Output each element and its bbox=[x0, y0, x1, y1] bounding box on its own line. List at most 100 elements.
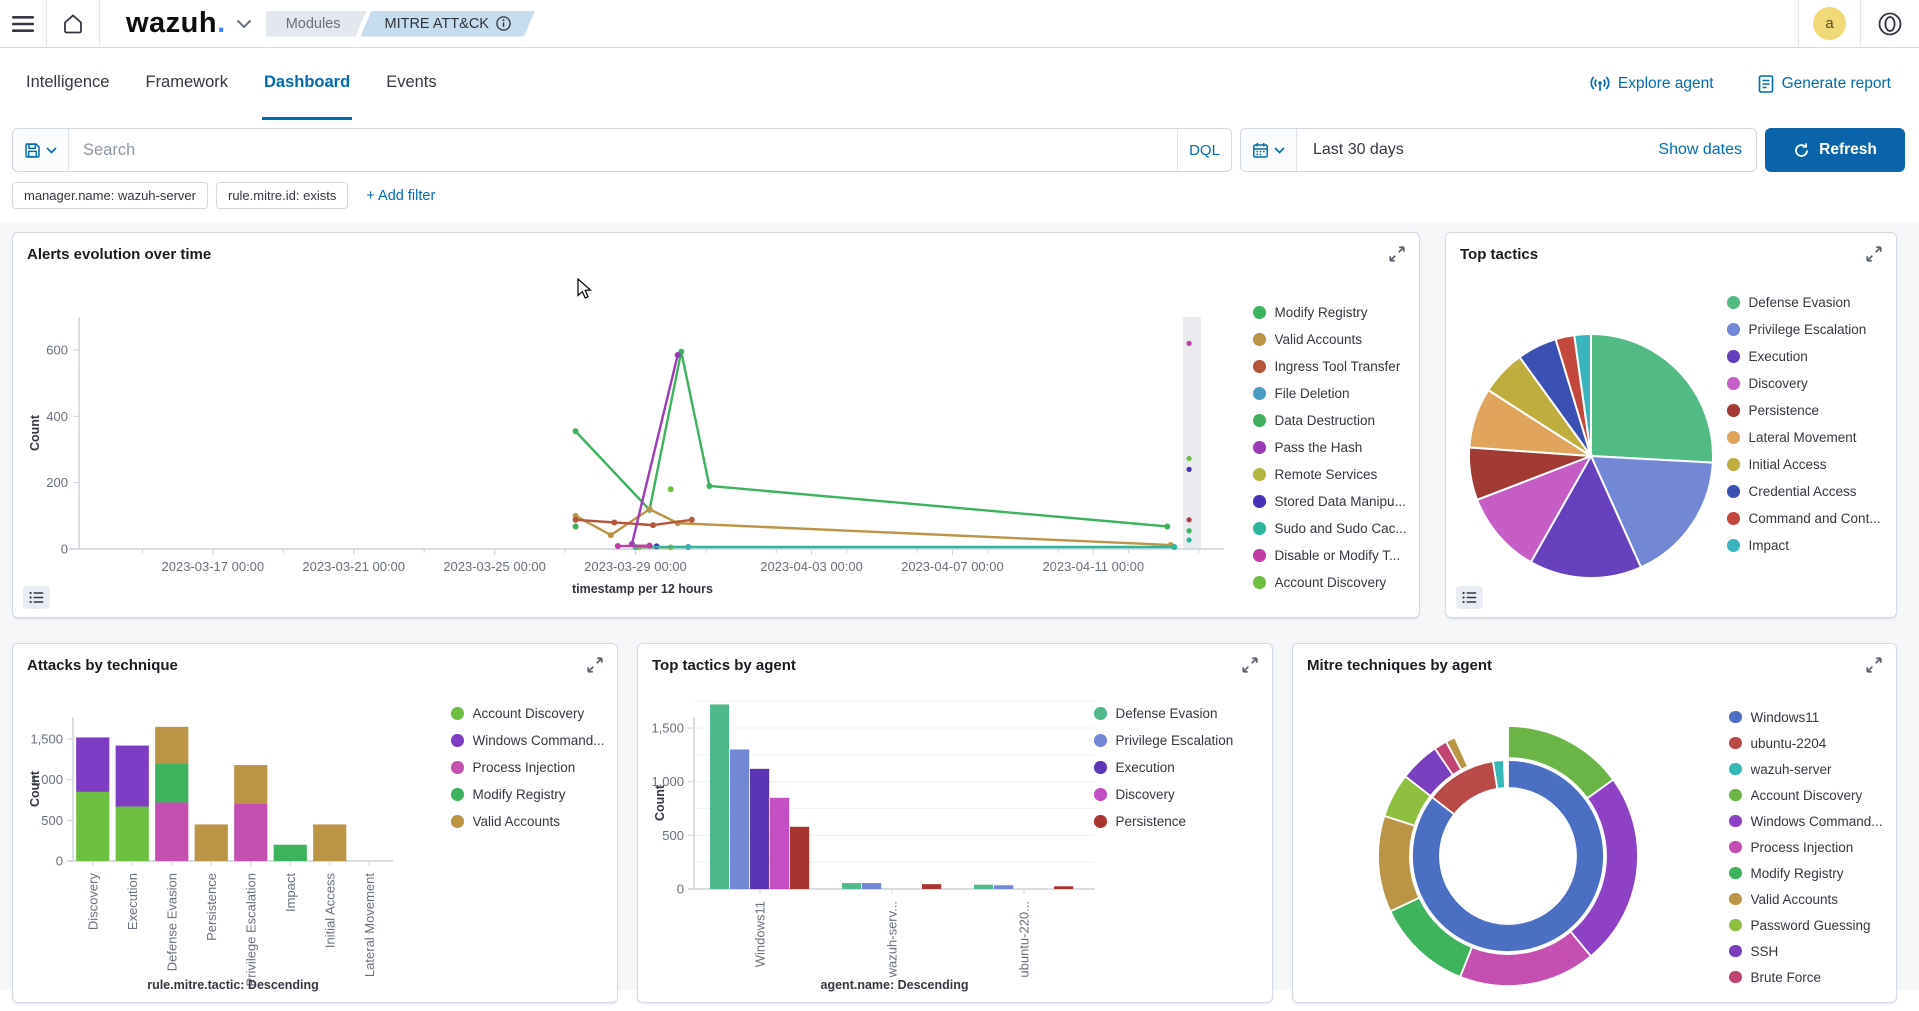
legend-item[interactable]: Privilege Escalation bbox=[1727, 316, 1887, 343]
legend-label: Valid Accounts bbox=[1751, 892, 1839, 907]
legend-item[interactable]: Remote Services bbox=[1253, 461, 1415, 488]
breadcrumb-modules[interactable]: Modules bbox=[266, 11, 367, 37]
search-input[interactable] bbox=[69, 141, 1177, 160]
top-tactics-chart[interactable] bbox=[1466, 331, 1716, 586]
legend-item[interactable]: Initial Access bbox=[1727, 451, 1887, 478]
legend-item[interactable]: Discovery bbox=[1727, 370, 1887, 397]
legend-item[interactable]: Pass the Hash bbox=[1253, 434, 1415, 461]
add-filter-button[interactable]: + Add filter bbox=[366, 188, 435, 204]
legend-color-dot bbox=[1727, 350, 1740, 363]
expand-icon[interactable] bbox=[1388, 245, 1406, 263]
legend-label: Execution bbox=[1116, 760, 1175, 775]
legend-item[interactable]: Persistence bbox=[1727, 397, 1887, 424]
show-dates-button[interactable]: Show dates bbox=[1658, 141, 1756, 159]
legend-label: Process Injection bbox=[473, 760, 576, 775]
legend-item[interactable]: File Deletion bbox=[1253, 380, 1415, 407]
legend-item[interactable]: Valid Accounts bbox=[451, 808, 611, 835]
svg-text:Discovery: Discovery bbox=[85, 873, 100, 931]
attacks-by-technique-chart[interactable]: 05001,0001,500DiscoveryExecutionDefense … bbox=[25, 699, 455, 1004]
tab-framework[interactable]: Framework bbox=[143, 48, 230, 120]
svg-text:2023-04-03 00:00: 2023-04-03 00:00 bbox=[760, 559, 863, 574]
legend-item[interactable]: Ingress Tool Transfer bbox=[1253, 353, 1415, 380]
legend-item[interactable]: ubuntu-2204 bbox=[1729, 730, 1894, 756]
legend-item[interactable]: Stored Data Manipu... bbox=[1253, 488, 1415, 515]
legend-item[interactable]: SSH bbox=[1729, 938, 1894, 964]
explore-agent-button[interactable]: Explore agent bbox=[1590, 75, 1714, 93]
legend-item[interactable]: Valid Accounts bbox=[1253, 326, 1415, 353]
legend-item[interactable]: Account Discovery bbox=[1729, 782, 1894, 808]
legend-item[interactable]: Disable or Modify T... bbox=[1253, 542, 1415, 569]
wazuh-logo[interactable]: wazuh. bbox=[126, 7, 226, 40]
legend-item[interactable]: Process Injection bbox=[451, 754, 611, 781]
avatar[interactable]: a bbox=[1813, 7, 1846, 40]
legend-item[interactable]: Windows11 bbox=[1729, 704, 1894, 730]
expand-icon[interactable] bbox=[1241, 656, 1259, 674]
legend-toggle-button[interactable] bbox=[1456, 586, 1483, 609]
svg-text:500: 500 bbox=[41, 813, 63, 828]
filter-pill-rule-mitre-id[interactable]: rule.mitre.id: exists bbox=[216, 182, 348, 209]
chevron-down-icon[interactable] bbox=[236, 19, 252, 29]
legend-item[interactable]: Lateral Movement bbox=[1727, 424, 1887, 451]
panel-title: Attacks by technique bbox=[27, 657, 178, 674]
legend-color-dot bbox=[1729, 893, 1742, 906]
legend-item[interactable]: Privilege Escalation bbox=[1094, 727, 1266, 754]
legend-label: Data Destruction bbox=[1275, 413, 1376, 428]
help-button[interactable] bbox=[1861, 0, 1919, 48]
mitre-techniques-by-agent-chart[interactable] bbox=[1358, 706, 1658, 1011]
legend-item[interactable]: Brute Force bbox=[1729, 964, 1894, 990]
legend-item[interactable]: Modify Registry bbox=[1253, 299, 1415, 326]
info-icon[interactable] bbox=[496, 16, 511, 31]
expand-icon[interactable] bbox=[1865, 656, 1883, 674]
legend-color-dot bbox=[1727, 539, 1740, 552]
date-quick-select-button[interactable] bbox=[1241, 129, 1297, 171]
legend-item[interactable]: Windows Command... bbox=[451, 727, 611, 754]
query-language-button[interactable]: DQL bbox=[1177, 129, 1231, 171]
legend-item[interactable]: Modify Registry bbox=[1729, 860, 1894, 886]
legend-item[interactable]: Persistence bbox=[1094, 808, 1266, 835]
menu-button[interactable] bbox=[0, 0, 46, 48]
legend-item[interactable]: Valid Accounts bbox=[1729, 886, 1894, 912]
legend-item[interactable]: wazuh-server bbox=[1729, 756, 1894, 782]
expand-icon[interactable] bbox=[586, 656, 604, 674]
mitre-techniques-by-agent-legend: Windows11ubuntu-2204wazuh-serverAccount … bbox=[1729, 704, 1894, 990]
alerts-evolution-chart[interactable]: 02004006002023-03-17 00:002023-03-21 00:… bbox=[21, 277, 1251, 612]
legend-item[interactable]: Windows Command... bbox=[1729, 808, 1894, 834]
legend-toggle-button[interactable] bbox=[23, 586, 50, 609]
legend-item[interactable]: Command and Cont... bbox=[1727, 505, 1887, 532]
breadcrumb-mitre-attack[interactable]: MITRE ATT&CK bbox=[361, 11, 535, 37]
tab-dashboard[interactable]: Dashboard bbox=[262, 48, 352, 120]
home-button[interactable] bbox=[47, 0, 99, 48]
legend-item[interactable]: Account Discovery bbox=[1253, 569, 1415, 596]
legend-label: Ingress Tool Transfer bbox=[1275, 359, 1401, 374]
legend-label: Persistence bbox=[1116, 814, 1187, 829]
legend-item[interactable]: Sudo and Sudo Cac... bbox=[1253, 515, 1415, 542]
legend-item[interactable]: Impact bbox=[1727, 532, 1887, 559]
saved-queries-button[interactable] bbox=[13, 129, 69, 171]
tab-events[interactable]: Events bbox=[384, 48, 438, 120]
svg-text:500: 500 bbox=[662, 828, 684, 843]
svg-text:0: 0 bbox=[677, 882, 684, 897]
legend-item[interactable]: Discovery bbox=[1094, 781, 1266, 808]
legend-label: Pass the Hash bbox=[1275, 440, 1363, 455]
legend-item[interactable]: Execution bbox=[1094, 754, 1266, 781]
tab-intelligence[interactable]: Intelligence bbox=[24, 48, 111, 120]
legend-item[interactable]: Defense Evasion bbox=[1094, 700, 1266, 727]
legend-item[interactable]: Data Destruction bbox=[1253, 407, 1415, 434]
legend-item[interactable]: Account Discovery bbox=[451, 700, 611, 727]
legend-item[interactable]: Password Guessing bbox=[1729, 912, 1894, 938]
legend-item[interactable]: Execution bbox=[1727, 343, 1887, 370]
legend-item[interactable]: Modify Registry bbox=[451, 781, 611, 808]
legend-label: Persistence bbox=[1749, 403, 1820, 418]
legend-item[interactable]: Process Injection bbox=[1729, 834, 1894, 860]
home-icon bbox=[61, 12, 85, 36]
expand-icon[interactable] bbox=[1865, 245, 1883, 263]
refresh-button[interactable]: Refresh bbox=[1765, 128, 1905, 172]
legend-item[interactable]: Credential Access bbox=[1727, 478, 1887, 505]
time-range-value[interactable]: Last 30 days bbox=[1297, 141, 1404, 159]
filter-pill-manager-name[interactable]: manager.name: wazuh-server bbox=[12, 182, 208, 209]
alerts-evolution-legend: Modify RegistryValid Accounts Ingress Too… bbox=[1253, 299, 1415, 596]
svg-text:Count: Count bbox=[28, 770, 42, 807]
generate-report-button[interactable]: Generate report bbox=[1758, 75, 1891, 93]
legend-label: Execution bbox=[1749, 349, 1808, 364]
legend-item[interactable]: Defense Evasion bbox=[1727, 289, 1887, 316]
